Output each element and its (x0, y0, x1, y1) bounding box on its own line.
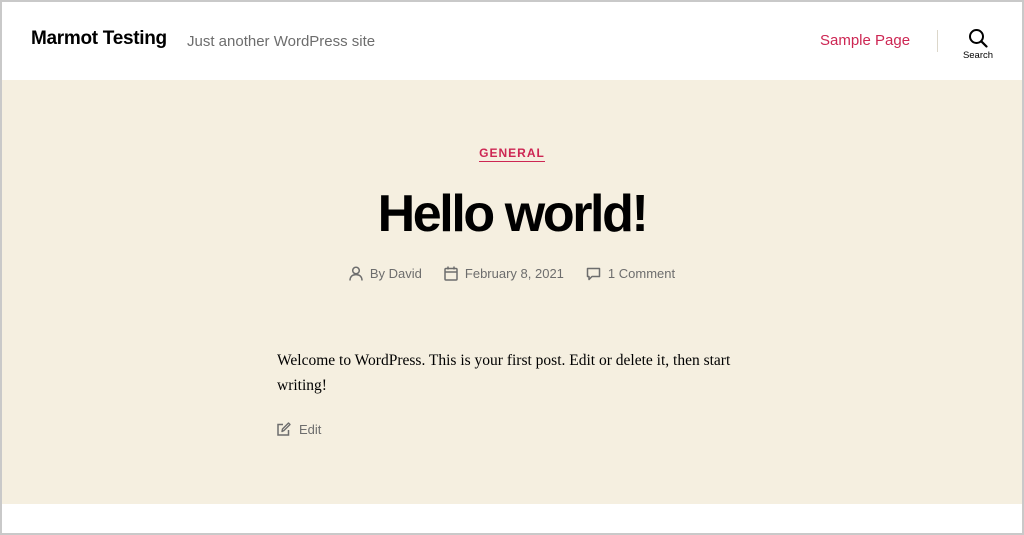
site-title-link[interactable]: Marmot Testing (31, 28, 167, 50)
post-comments: 1 Comment (586, 266, 675, 281)
post-date-link[interactable]: February 8, 2021 (465, 266, 564, 281)
edit-label: Edit (299, 422, 322, 437)
nav-link-sample-page[interactable]: Sample Page (820, 32, 910, 49)
browser-viewport: Marmot Testing Just another WordPress si… (0, 0, 1024, 535)
calendar-icon (444, 266, 458, 281)
search-icon (969, 29, 988, 48)
post-meta: By David February 8, 2021 1 Comment (2, 266, 1022, 281)
user-icon (349, 266, 363, 281)
edit-icon (277, 422, 291, 436)
nav-divider (937, 30, 938, 52)
post-hero: GENERAL Hello world! By David February 8… (2, 80, 1022, 504)
site-header: Marmot Testing Just another WordPress si… (2, 2, 1022, 80)
comment-icon (586, 267, 601, 280)
post-comments-link[interactable]: 1 Comment (608, 266, 675, 281)
page-footer-area (2, 504, 1022, 533)
post-author: By David (349, 266, 422, 281)
post-content: Welcome to WordPress. This is your first… (277, 352, 731, 394)
search-label: Search (962, 50, 994, 61)
search-toggle-button[interactable]: Search (956, 28, 1000, 70)
post-author-link[interactable]: By David (370, 266, 422, 281)
post-title: Hello world! (377, 185, 649, 243)
edit-post-link[interactable]: Edit (276, 422, 321, 437)
category-link-general[interactable]: GENERAL (479, 146, 545, 162)
site-description: Just another WordPress site (187, 33, 376, 50)
post-date: February 8, 2021 (444, 266, 564, 281)
post-category: GENERAL (2, 144, 1022, 162)
